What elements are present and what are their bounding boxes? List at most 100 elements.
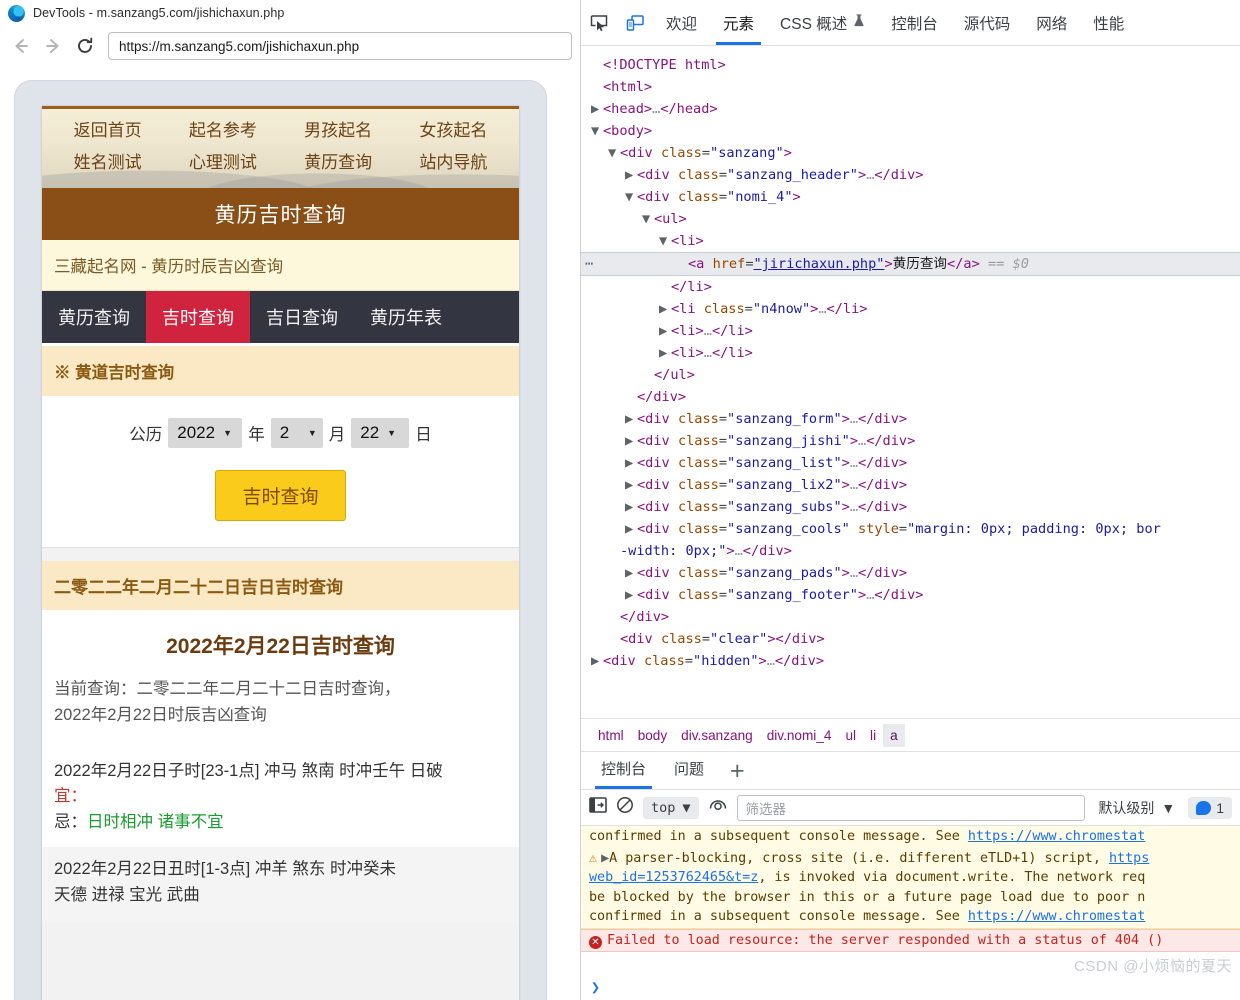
node-overflow-dots[interactable]: ⋯ [585, 253, 594, 275]
breadcrumb-item-body[interactable]: body [631, 724, 674, 747]
dom-node[interactable]: ▶<head>…</head> [581, 98, 1240, 120]
breadcrumb[interactable]: htmlbodydiv.sanzangdiv.nomi_4ullia [581, 718, 1240, 752]
nav-link-5[interactable]: 心理测试 [165, 150, 280, 176]
nav-link-3[interactable]: 女孩起名 [396, 118, 511, 144]
chevron-right-icon[interactable]: ▶ [625, 474, 637, 496]
dom-node[interactable]: </ul> [581, 364, 1240, 386]
year-select[interactable]: 2022 ▼ [168, 418, 242, 448]
dom-node[interactable]: ▼<ul> [581, 208, 1240, 230]
address-bar[interactable]: https://m.sanzang5.com/jishichaxun.php [108, 32, 572, 60]
drawer-tab-issues[interactable]: 问题 [660, 752, 718, 789]
dom-node[interactable]: </div> [581, 386, 1240, 408]
execution-context-select[interactable]: top ▼ [643, 797, 699, 819]
nav-link-2[interactable]: 男孩起名 [281, 118, 396, 144]
breadcrumb-item-html[interactable]: html [591, 724, 631, 747]
dom-node[interactable]: <div class="clear"></div> [581, 628, 1240, 650]
breadcrumb-item-ul[interactable]: ul [838, 724, 863, 747]
chevron-right-icon[interactable]: ▶ [625, 496, 637, 518]
chevron-right-icon[interactable]: ▶ [659, 298, 671, 320]
log-level-select[interactable]: 默认级别 ▼ [1094, 798, 1179, 818]
dom-node[interactable]: ▼<body> [581, 120, 1240, 142]
tab-huangli-chaxun[interactable]: 黄历查询 [42, 291, 146, 343]
breadcrumb-item-div-sanzang[interactable]: div.sanzang [674, 724, 760, 747]
issues-badge[interactable]: 1 [1188, 797, 1232, 819]
breadcrumb-item-a[interactable]: a [883, 724, 905, 747]
chevron-right-icon[interactable]: ▶ [625, 518, 637, 540]
chevron-right-icon[interactable]: ▶ [625, 452, 637, 474]
dom-node[interactable]: ▶<li class="n4now">…</li> [581, 298, 1240, 320]
chevron-right-icon[interactable]: ▶ [625, 562, 637, 584]
breadcrumb-item-div-nomi-4[interactable]: div.nomi_4 [760, 724, 839, 747]
tab-huangli-nianbiao[interactable]: 黄历年表 [354, 291, 458, 343]
nav-link-1[interactable]: 起名参考 [165, 118, 280, 144]
dom-node[interactable]: ▶<div class="sanzang_header">…</div> [581, 164, 1240, 186]
chevron-down-icon[interactable]: ▼ [642, 208, 654, 230]
tab-jishi-chaxun[interactable]: 吉时查询 [146, 291, 250, 343]
submit-button[interactable]: 吉时查询 [215, 470, 345, 521]
chevron-right-icon[interactable]: ▶ [659, 320, 671, 342]
dom-node[interactable]: <html> [581, 76, 1240, 98]
dom-node[interactable]: ▶<div class="hidden">…</div> [581, 650, 1240, 672]
chevron-down-icon[interactable]: ▼ [591, 120, 603, 142]
expand-twisty-icon[interactable]: ▶ [601, 851, 609, 866]
dom-node[interactable]: ▶<div class="sanzang_footer">…</div> [581, 584, 1240, 606]
console-prompt[interactable]: ❯ [581, 974, 1240, 1000]
dom-node[interactable]: ▶<li>…</li> [581, 342, 1240, 364]
tab-elements[interactable]: 元素 [710, 0, 767, 45]
chevron-right-icon[interactable]: ▶ [625, 430, 637, 452]
clear-console-icon[interactable] [616, 796, 634, 819]
nav-link-7[interactable]: 站内导航 [396, 150, 511, 176]
month-select[interactable]: 2 ▼ [271, 418, 323, 448]
tab-css-overview[interactable]: CSS 概述 [767, 0, 878, 45]
device-toolbar-icon[interactable] [617, 0, 653, 45]
dom-node[interactable]: <!DOCTYPE html> [581, 54, 1240, 76]
chevron-right-icon[interactable]: ▶ [591, 650, 603, 672]
dom-node[interactable]: ▶<div class="sanzang_jishi">…</div> [581, 430, 1240, 452]
tab-performance[interactable]: 性能 [1080, 0, 1137, 45]
back-arrow-icon[interactable] [6, 31, 36, 61]
dom-node[interactable]: -width: 0px;">…</div> [581, 540, 1240, 562]
day-select[interactable]: 22 ▼ [351, 418, 409, 448]
dom-node[interactable]: ▶<div class="sanzang_list">…</div> [581, 452, 1240, 474]
tab-network[interactable]: 网络 [1023, 0, 1080, 45]
tab-jiri-chaxun[interactable]: 吉日查询 [250, 291, 354, 343]
tab-console[interactable]: 控制台 [878, 0, 951, 45]
chevron-right-icon[interactable]: ▶ [659, 342, 671, 364]
add-tab-button[interactable]: + [718, 754, 757, 788]
chevron-down-icon[interactable]: ▼ [659, 230, 671, 252]
nav-link-6[interactable]: 黄历查询 [281, 150, 396, 176]
dom-node[interactable]: ▶<div class="sanzang_form">…</div> [581, 408, 1240, 430]
chevron-right-icon[interactable]: ▶ [591, 98, 603, 120]
dom-node-selected[interactable]: ⋯<a href="jirichaxun.php">黄历查询</a> == $0 [581, 252, 1240, 276]
console-msg-0-link[interactable]: https://www.chromestat [968, 829, 1145, 844]
chevron-right-icon[interactable]: ▶ [625, 584, 637, 606]
chevron-right-icon[interactable]: ▶ [625, 164, 637, 186]
console-sidebar-toggle-icon[interactable] [589, 797, 607, 818]
breadcrumb-item-li[interactable]: li [863, 724, 883, 747]
dom-node[interactable]: ▼<li> [581, 230, 1240, 252]
live-expression-icon[interactable] [708, 797, 728, 818]
nav-link-4[interactable]: 姓名测试 [50, 150, 165, 176]
dom-node[interactable]: ▼<div class="sanzang"> [581, 142, 1240, 164]
drawer-tab-console[interactable]: 控制台 [587, 752, 660, 789]
dom-tree[interactable]: <!DOCTYPE html><html>▶<head>…</head>▼<bo… [581, 46, 1240, 718]
reload-icon[interactable] [70, 31, 100, 61]
tab-sources[interactable]: 源代码 [951, 0, 1024, 45]
dom-node[interactable]: ▼<div class="nomi_4"> [581, 186, 1240, 208]
console-msg-1-link-2[interactable]: web_id=1253762465&t=z [589, 870, 758, 885]
console-output[interactable]: confirmed in a subsequent console messag… [581, 826, 1240, 974]
dom-node[interactable]: ▶<div class="sanzang_lix2">…</div> [581, 474, 1240, 496]
dom-node[interactable]: ▶<div class="sanzang_cools" style="margi… [581, 518, 1240, 540]
chevron-right-icon[interactable]: ▶ [625, 408, 637, 430]
console-filter-input[interactable]: 筛选器 [737, 795, 1086, 821]
dom-node[interactable]: </div> [581, 606, 1240, 628]
dom-node[interactable]: ▶<div class="sanzang_subs">…</div> [581, 496, 1240, 518]
chevron-down-icon[interactable]: ▼ [625, 186, 637, 208]
forward-arrow-icon[interactable] [38, 31, 68, 61]
nav-link-0[interactable]: 返回首页 [50, 118, 165, 144]
chevron-down-icon[interactable]: ▼ [608, 142, 620, 164]
dom-node[interactable]: </li> [581, 276, 1240, 298]
inspect-element-icon[interactable] [581, 0, 617, 45]
dom-node[interactable]: ▶<div class="sanzang_pads">…</div> [581, 562, 1240, 584]
tab-welcome[interactable]: 欢迎 [653, 0, 710, 45]
